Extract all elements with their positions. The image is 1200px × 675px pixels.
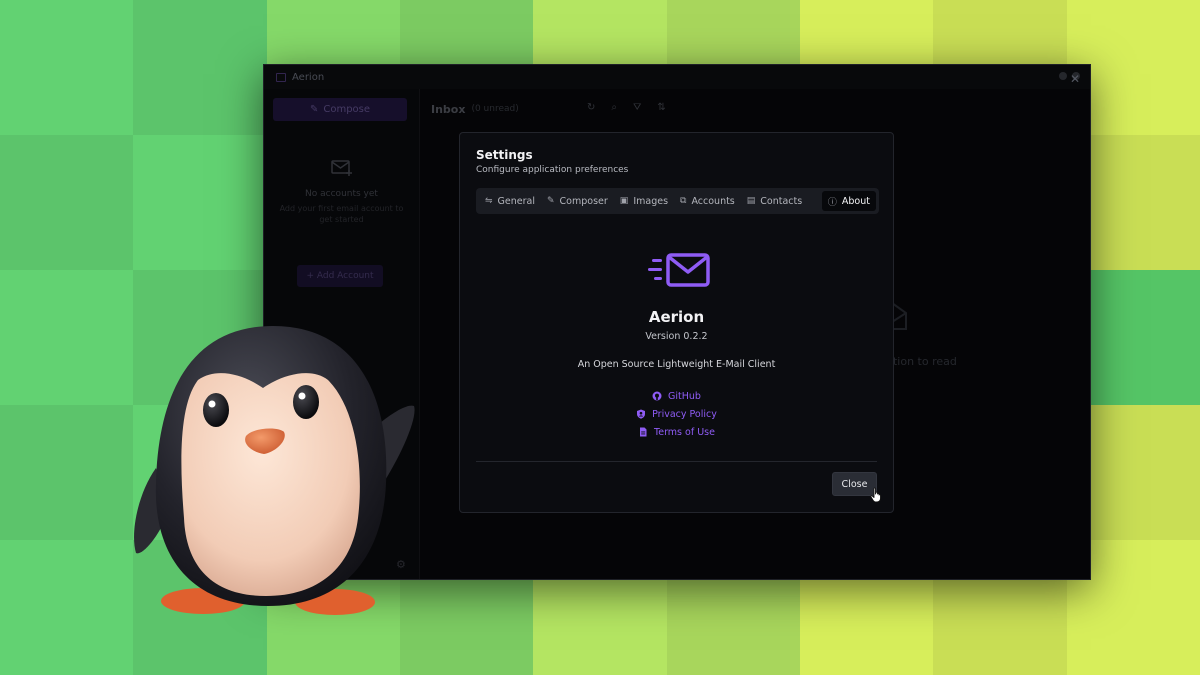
checker-tile bbox=[133, 0, 267, 135]
image-icon: ▣ bbox=[619, 196, 629, 206]
tab-general[interactable]: ⇋ General bbox=[479, 191, 541, 211]
tab-images[interactable]: ▣ Images bbox=[614, 191, 674, 211]
about-description: An Open Source Lightweight E-Mail Client bbox=[577, 359, 776, 370]
tab-composer[interactable]: ✎ Composer bbox=[541, 191, 614, 211]
app-logo-icon bbox=[648, 253, 710, 287]
terms-of-use-link[interactable]: Terms of Use bbox=[460, 423, 893, 441]
tab-contacts[interactable]: ▤ Contacts bbox=[741, 191, 808, 211]
about-version: Version 0.2.2 bbox=[645, 331, 708, 342]
penguin-mascot bbox=[134, 326, 415, 615]
about-links: GitHub Privacy Policy Terms of Use bbox=[460, 387, 893, 441]
checker-tile bbox=[0, 0, 134, 135]
dialog-subtitle: Configure application preferences bbox=[476, 165, 629, 175]
hand-cursor-icon bbox=[870, 487, 881, 503]
info-icon: ⓘ bbox=[827, 197, 837, 208]
sliders-icon: ⇋ bbox=[485, 196, 493, 206]
document-icon bbox=[640, 427, 647, 437]
privacy-policy-link[interactable]: Privacy Policy bbox=[460, 405, 893, 423]
pencil-icon: ✎ bbox=[547, 196, 555, 206]
checker-tile bbox=[0, 540, 134, 675]
checker-tile bbox=[0, 405, 134, 540]
about-app-name: Aerion bbox=[648, 308, 705, 326]
tab-about[interactable]: ⓘ About bbox=[821, 191, 876, 211]
settings-tabs: ⇋ General ✎ Composer ▣ Images ⧉ Accounts… bbox=[476, 188, 879, 214]
dialog-title: Settings bbox=[476, 148, 533, 162]
shield-user-icon bbox=[637, 409, 646, 419]
checker-tile bbox=[0, 135, 134, 270]
tab-accounts[interactable]: ⧉ Accounts bbox=[674, 191, 741, 211]
close-icon[interactable]: ✕ bbox=[1070, 73, 1080, 85]
accounts-icon: ⧉ bbox=[680, 196, 687, 206]
github-link[interactable]: GitHub bbox=[460, 387, 893, 405]
checker-tile bbox=[0, 270, 134, 405]
github-icon bbox=[652, 391, 662, 401]
checker-tile bbox=[133, 135, 267, 270]
contact-card-icon: ▤ bbox=[746, 196, 756, 206]
settings-dialog: Settings Configure application preferenc… bbox=[459, 132, 894, 513]
dialog-divider bbox=[476, 461, 877, 462]
